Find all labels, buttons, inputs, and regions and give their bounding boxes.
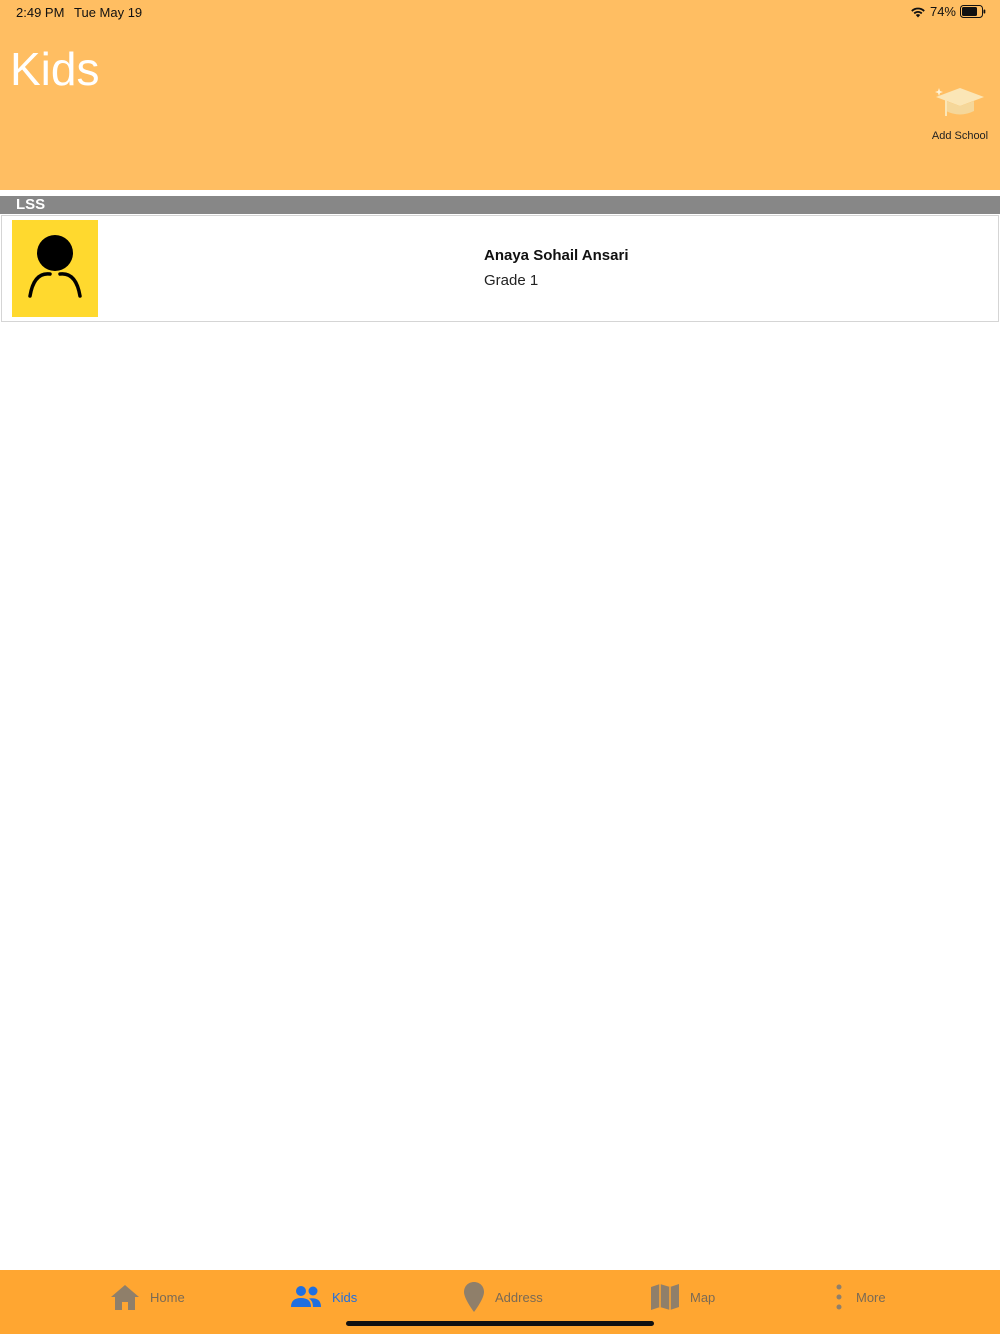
add-school-button[interactable]: Add School bbox=[928, 82, 992, 142]
map-icon bbox=[651, 1284, 679, 1310]
person-icon bbox=[28, 235, 82, 298]
tab-label: Home bbox=[150, 1289, 185, 1305]
tab-label: Kids bbox=[332, 1289, 358, 1305]
status-bar: 2:49 PM Tue May 19 74% bbox=[0, 0, 1000, 24]
tab-label: Address bbox=[495, 1289, 543, 1305]
page-title: Kids bbox=[10, 43, 100, 95]
home-icon bbox=[111, 1285, 139, 1310]
status-indicators: 74% bbox=[910, 4, 986, 19]
battery-icon bbox=[960, 5, 986, 18]
section-header: LSS bbox=[0, 196, 1000, 214]
tab-more[interactable]: More bbox=[832, 1280, 886, 1314]
kid-grade: Grade 1 bbox=[484, 272, 539, 289]
pin-icon bbox=[464, 1282, 484, 1312]
status-date: Tue May 19 bbox=[74, 5, 143, 20]
section-title: LSS bbox=[16, 196, 46, 213]
graduation-cap-icon bbox=[935, 88, 984, 116]
more-vertical-icon bbox=[836, 1284, 842, 1310]
home-indicator[interactable] bbox=[346, 1321, 654, 1326]
wifi-icon bbox=[911, 7, 925, 17]
status-time: 2:49 PM bbox=[16, 5, 65, 20]
tab-label: Map bbox=[690, 1289, 716, 1305]
avatar bbox=[12, 220, 98, 317]
tab-address[interactable]: Address bbox=[463, 1280, 543, 1314]
tab-kids[interactable]: Kids bbox=[290, 1280, 357, 1314]
header: 2:49 PM Tue May 19 74% Kids Add School bbox=[0, 0, 1000, 190]
tab-label: More bbox=[856, 1289, 886, 1305]
tab-map[interactable]: Map bbox=[650, 1280, 715, 1314]
add-school-label: Add School bbox=[931, 130, 989, 142]
tab-home[interactable]: Home bbox=[110, 1280, 185, 1314]
kid-list-item[interactable]: Anaya Sohail Ansari Grade 1 bbox=[1, 215, 999, 322]
people-icon bbox=[291, 1286, 321, 1307]
kid-name: Anaya Sohail Ansari bbox=[484, 247, 629, 264]
battery-percent: 74% bbox=[929, 4, 956, 19]
kids-screen: 2:49 PM Tue May 19 74% Kids Add School L… bbox=[0, 0, 1000, 1334]
